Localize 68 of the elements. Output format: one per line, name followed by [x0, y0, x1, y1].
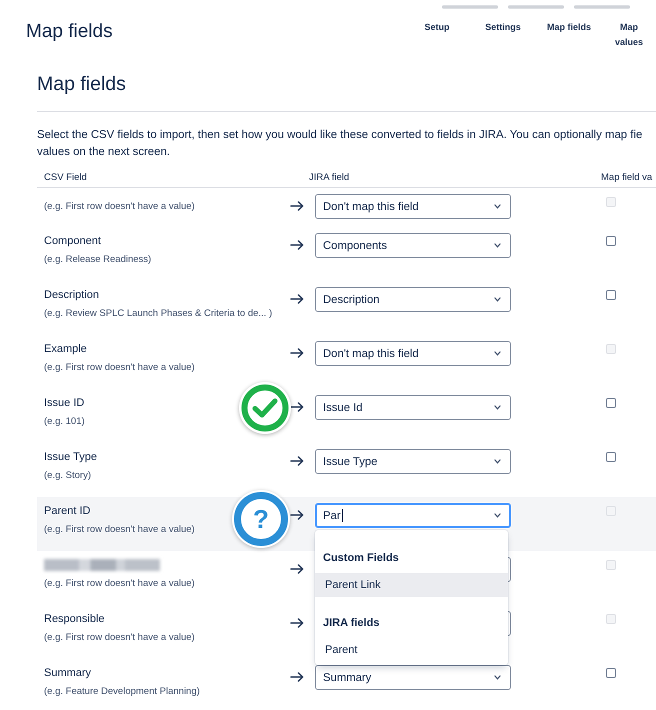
select-field[interactable]: Par — [315, 503, 511, 528]
progress-track — [442, 5, 498, 9]
select-field[interactable]: Don't map this field — [315, 341, 511, 366]
checkbox[interactable] — [606, 398, 616, 408]
select-field[interactable]: Description — [315, 287, 511, 312]
sample-value: (e.g. Feature Development Planning) — [44, 685, 200, 699]
csv-field-name: Parent ID — [44, 504, 90, 519]
progress-track — [574, 5, 630, 9]
csv-field-name: Description — [44, 288, 100, 303]
chevron-down-icon — [494, 297, 501, 302]
checkbox[interactable] — [606, 668, 616, 678]
step-label: Settings — [484, 21, 522, 34]
question-badge: ? — [234, 492, 288, 546]
sample-value: (e.g. First row doesn't have a value) — [44, 200, 195, 214]
menu-group-heading: JIRA fields — [322, 616, 380, 631]
arrow-right-icon — [290, 201, 304, 211]
chevron-down-icon — [494, 513, 501, 518]
csv-field-name: Issue Type — [44, 450, 97, 465]
csv-field-name: Component — [44, 234, 101, 249]
chevron-down-icon — [494, 243, 501, 248]
arrow-right-icon — [290, 348, 304, 358]
sample-value: (e.g. First row doesn't have a value) — [44, 523, 195, 537]
arrow-right-icon — [290, 402, 304, 412]
column-header: CSV Field — [44, 172, 87, 183]
arrow-right-icon — [290, 618, 304, 628]
section-title: Map fields — [37, 72, 127, 96]
step-label: Map values — [614, 21, 644, 49]
sample-value: (e.g. 101) — [44, 415, 85, 429]
column-header: JIRA field — [309, 172, 350, 183]
csv-field-name: Issue ID — [44, 396, 84, 411]
sample-value: (e.g. Story) — [44, 469, 91, 483]
chevron-down-icon — [494, 675, 501, 680]
csv-field-name: Responsible — [44, 612, 105, 627]
select-field[interactable]: Don't map this field — [315, 194, 511, 219]
progress-track — [508, 5, 564, 9]
select-field[interactable]: Issue Id — [315, 395, 511, 420]
arrow-right-icon — [290, 294, 304, 304]
arrow-right-icon — [290, 510, 304, 520]
select-field[interactable]: Summary — [315, 665, 511, 690]
csv-field-name: Example — [44, 342, 87, 357]
text-cursor — [342, 509, 343, 522]
arrow-right-icon — [290, 456, 304, 466]
arrow-right-icon — [290, 564, 304, 574]
menu-option[interactable]: Parent Link — [315, 573, 508, 597]
arrow-right-icon — [290, 240, 304, 250]
step-label: Setup — [423, 21, 450, 34]
menu-option[interactable]: Parent — [315, 638, 508, 662]
sample-value: (e.g. First row doesn't have a value) — [44, 361, 195, 375]
sample-value: (e.g. Release Readiness) — [44, 253, 152, 267]
sample-value: (e.g. Review SPLC Launch Phases & Criteria to de... ) — [44, 307, 272, 321]
column-header: Map field va — [601, 172, 652, 183]
chevron-down-icon — [494, 405, 501, 410]
checkbox[interactable] — [606, 236, 616, 246]
checkbox[interactable] — [606, 452, 616, 462]
chevron-down-icon — [494, 351, 501, 356]
select-field[interactable]: Components — [315, 233, 511, 258]
chevron-down-icon — [494, 459, 501, 464]
page-title: Map fields — [26, 20, 113, 44]
csv-field-name: Summary — [44, 666, 92, 681]
step-label: Map fields — [546, 21, 592, 34]
sample-value: (e.g. First row doesn't have a value) — [44, 577, 195, 591]
description-text: Select the CSV fields to import, then set how you would like these converted to fields in JIRA. You can optionally map fie values on the next screen. — [37, 128, 644, 160]
checkbox[interactable] — [606, 290, 616, 300]
select-field[interactable]: Issue Type — [315, 449, 511, 474]
menu-group-heading: Custom Fields — [322, 551, 400, 566]
arrow-right-icon — [290, 672, 304, 682]
chevron-down-icon — [494, 204, 501, 209]
sample-value: (e.g. First row doesn't have a value) — [44, 631, 195, 645]
